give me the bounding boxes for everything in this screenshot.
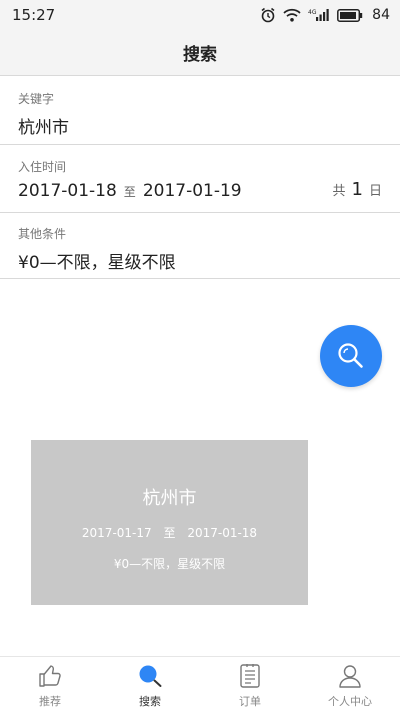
tab-recommend[interactable]: 推荐 xyxy=(0,657,100,711)
thumbs-up-icon xyxy=(39,665,61,687)
order-list-icon xyxy=(240,664,260,688)
history-separator: 至 xyxy=(163,526,176,540)
tab-label-recommend: 推荐 xyxy=(39,695,61,708)
tab-label-orders: 订单 xyxy=(239,695,261,708)
title-bar: 搜索 xyxy=(0,30,400,76)
page-title: 搜索 xyxy=(183,45,217,65)
tab-orders[interactable]: 订单 xyxy=(200,657,300,711)
keyword-field[interactable]: 关键字 杭州市 xyxy=(0,77,400,145)
tab-label-search: 搜索 xyxy=(139,695,161,708)
history-city: 杭州市 xyxy=(142,488,197,509)
wifi-icon xyxy=(283,8,301,22)
search-button[interactable] xyxy=(320,325,382,387)
alarm-icon xyxy=(260,7,276,23)
history-dates: 2017-01-17 至 2017-01-18 xyxy=(31,524,308,541)
battery-level: 84 xyxy=(372,7,390,23)
search-history-card[interactable]: 杭州市 2017-01-17 至 2017-01-18 ¥0—不限，星级不限 xyxy=(31,440,308,605)
search-icon xyxy=(139,665,162,687)
user-icon xyxy=(339,665,361,688)
checkin-date-label: 入住时间 xyxy=(18,160,67,174)
tab-profile[interactable]: 个人中心 xyxy=(300,657,400,711)
keyword-value[interactable]: 杭州市 xyxy=(18,113,400,138)
other-conditions-field[interactable]: 其他条件 ¥0—不限，星级不限 xyxy=(0,213,400,279)
nights-suffix: 日 xyxy=(368,184,382,199)
status-icons: 4G 84 xyxy=(260,7,390,23)
nights-number: 1 xyxy=(351,179,363,200)
bottom-tab-bar: 推荐 搜索 订单 个人中心 xyxy=(0,656,400,711)
svg-text:4G: 4G xyxy=(308,9,317,16)
checkin-date[interactable]: 2017-01-18 xyxy=(18,181,117,201)
battery-icon xyxy=(337,8,363,22)
search-icon xyxy=(338,343,363,368)
history-checkout: 2017-01-18 xyxy=(187,526,258,540)
status-bar: 15:27 4G 84 xyxy=(0,0,400,30)
other-conditions-value[interactable]: ¥0—不限，星级不限 xyxy=(18,248,400,273)
date-separator: 至 xyxy=(123,185,136,199)
tab-search[interactable]: 搜索 xyxy=(100,657,200,711)
checkin-date-field[interactable]: 入住时间 2017-01-18 至 2017-01-19 共 1 日 xyxy=(0,145,400,213)
checkout-date[interactable]: 2017-01-19 xyxy=(143,181,242,201)
history-conditions: ¥0—不限，星级不限 xyxy=(113,557,226,571)
history-checkin: 2017-01-17 xyxy=(81,526,152,540)
other-conditions-label: 其他条件 xyxy=(18,227,67,241)
cellular-signal-icon: 4G xyxy=(308,8,330,22)
tab-label-profile: 个人中心 xyxy=(328,695,372,708)
nights-count: 共 1 日 xyxy=(333,179,382,200)
nights-prefix: 共 xyxy=(332,184,346,199)
status-time: 15:27 xyxy=(12,6,56,24)
keyword-label: 关键字 xyxy=(18,92,55,106)
